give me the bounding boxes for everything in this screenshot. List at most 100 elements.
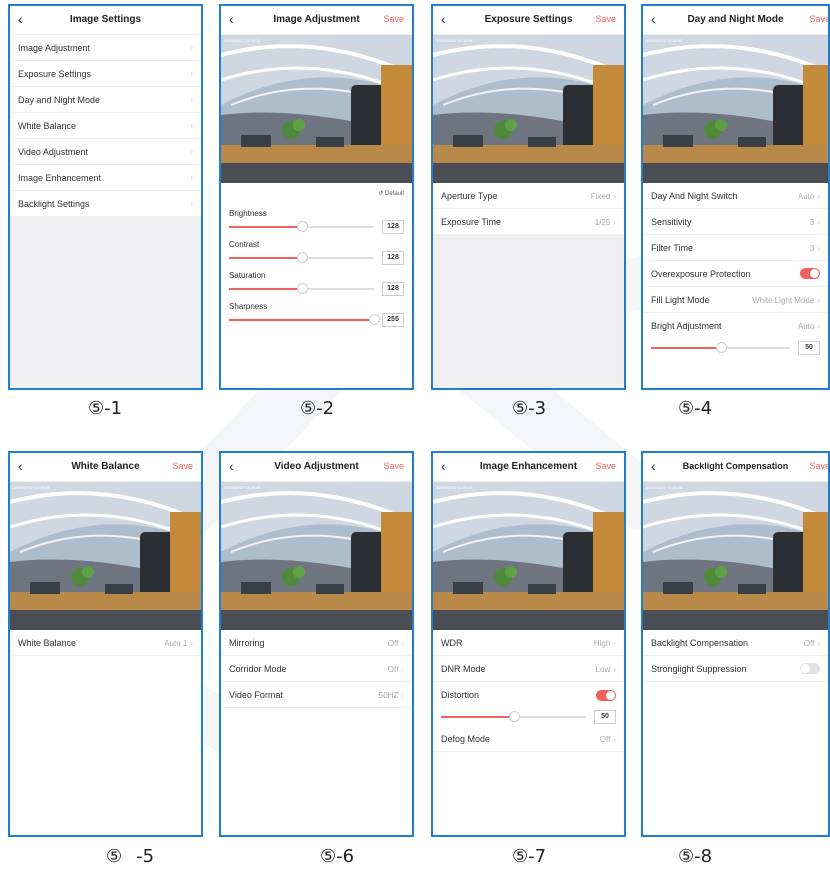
screen-title: Backlight Compensation <box>682 461 789 471</box>
slider-thumb[interactable] <box>715 342 727 353</box>
nav-bar: ‹ Backlight Compensation Save <box>643 453 828 482</box>
chevron-right-icon: › <box>190 638 193 648</box>
default-row: ↺ Default <box>221 183 412 205</box>
figure-caption: ⑤-2 <box>300 398 335 419</box>
camera-preview: 2020/08/22 11:28:48 <box>221 35 412 183</box>
menu-item-white-balance[interactable]: White Balance › <box>10 113 201 139</box>
chevron-right-icon: › <box>817 322 820 331</box>
figure-caption: ⑤-8 <box>678 846 713 867</box>
overexposure-toggle[interactable] <box>800 268 820 279</box>
white-balance-screen: ‹ White Balance Save 2020/08/22 11:28:48… <box>8 451 203 837</box>
backlight-compensation-row[interactable]: Backlight Compensation Off › <box>643 630 828 656</box>
sensitivity-row[interactable]: Sensitivity 3 › <box>643 209 828 235</box>
image-settings-screen: ‹ Image Settings Image Adjustment › Expos… <box>8 4 203 390</box>
slider-thumb[interactable] <box>369 314 380 325</box>
day-night-switch-row[interactable]: Day And Night Switch Auto › <box>643 183 828 209</box>
office-camera-image <box>433 35 624 183</box>
chevron-right-icon: › <box>401 690 404 700</box>
slider-label: Saturation <box>229 271 266 280</box>
stronglight-suppression-row: Stronglight Suppression <box>643 656 828 682</box>
slider-value[interactable]: 255 <box>382 313 404 327</box>
figure-caption: ⑤-1 <box>88 398 123 419</box>
screen-title: Image Settings <box>69 14 142 25</box>
chevron-right-icon: › <box>190 199 193 208</box>
chevron-right-icon: › <box>190 147 193 156</box>
save-button[interactable]: Save <box>595 14 616 24</box>
fill-light-mode-row[interactable]: Fill Light Mode White Light Mode › <box>643 287 828 313</box>
distortion-toggle[interactable] <box>596 689 616 701</box>
chevron-right-icon: › <box>613 217 616 227</box>
slider-label: Contrast <box>229 240 260 249</box>
wdr-row[interactable]: WDR High › <box>433 630 624 656</box>
bright-adjustment-row[interactable]: Bright Adjustment Auto › <box>643 313 828 339</box>
slider-value[interactable]: 128 <box>382 282 404 296</box>
figure-caption: ⑤-4 <box>678 398 713 419</box>
slider-value[interactable]: 128 <box>382 220 404 234</box>
office-camera-image <box>10 482 201 630</box>
stronglight-toggle[interactable] <box>800 663 820 674</box>
aperture-type-row[interactable]: Aperture Type Fixed › <box>433 183 624 209</box>
office-camera-image <box>221 35 412 183</box>
distortion-slider[interactable]: 50 <box>433 708 624 726</box>
nav-bar: ‹ Image Enhancement Save <box>433 453 624 482</box>
bright-adjustment-slider[interactable]: 50 <box>643 339 828 357</box>
chevron-right-icon: › <box>817 243 820 253</box>
dnr-mode-row[interactable]: DNR Mode Low › <box>433 656 624 682</box>
slider-thumb[interactable] <box>296 221 308 232</box>
chevron-right-icon: › <box>817 191 820 201</box>
slider-thumb[interactable] <box>508 711 520 722</box>
office-camera-image <box>221 482 412 630</box>
office-camera-image <box>433 482 624 630</box>
filter-time-row[interactable]: Filter Time 3 › <box>643 235 828 261</box>
brightness-slider[interactable]: 128 <box>221 218 412 236</box>
camera-preview: 2020/08/22 11:28:48 <box>643 482 828 630</box>
slider-value[interactable]: 128 <box>382 251 404 265</box>
figure-caption: ⑤-7 <box>512 846 547 867</box>
exposure-time-row[interactable]: Exposure Time 1/25 › <box>433 209 624 235</box>
overexposure-protection-row: Overexposure Protection <box>643 261 828 287</box>
figure-caption: ⑤-3 <box>512 398 547 419</box>
corridor-mode-row[interactable]: Corridor Mode Off › <box>221 656 412 682</box>
save-button[interactable]: Save <box>383 461 404 471</box>
save-button[interactable]: Save <box>809 14 828 24</box>
chevron-right-icon: › <box>817 638 820 648</box>
slider-label: Brightness <box>229 209 267 218</box>
camera-preview: 2020/08/22 11:28:48 <box>433 482 624 630</box>
camera-preview: 2020/08/22 11:28:48 <box>433 35 624 183</box>
white-balance-row[interactable]: White Balance Auto 1 › <box>10 630 201 656</box>
chevron-right-icon: › <box>613 191 616 201</box>
slider-label: Sharpness <box>229 302 268 311</box>
slider-value[interactable]: 50 <box>798 341 820 355</box>
nav-bar: ‹ White Balance Save <box>10 453 201 482</box>
menu-item-exposure-settings[interactable]: Exposure Settings › <box>10 61 201 87</box>
image-adjustment-screen: ‹ Image Adjustment Save 2020/08/22 11:28… <box>219 4 414 390</box>
menu-item-image-adjustment[interactable]: Image Adjustment › <box>10 35 201 61</box>
screen-title: Day and Night Mode <box>687 14 784 25</box>
slider-value[interactable]: 50 <box>594 710 616 724</box>
save-button[interactable]: Save <box>172 461 193 471</box>
sharpness-slider[interactable]: 255 <box>221 311 412 329</box>
adjustment-sliders: Brightness 128 Contrast 128 Saturation 1… <box>221 205 412 329</box>
nav-bar: ‹ Image Adjustment Save <box>221 6 412 35</box>
exposure-settings-screen: ‹ Exposure Settings Save 2020/08/22 11:2… <box>431 4 626 390</box>
slider-thumb[interactable] <box>296 283 308 294</box>
figure-caption: ⑤-6 <box>320 846 355 867</box>
office-camera-image <box>643 482 828 630</box>
saturation-slider[interactable]: 128 <box>221 280 412 298</box>
save-button[interactable]: Save <box>383 14 404 24</box>
save-button[interactable]: Save <box>595 461 616 471</box>
mirroring-row[interactable]: Mirroring Off › <box>221 630 412 656</box>
save-button[interactable]: Save <box>809 461 828 471</box>
slider-thumb[interactable] <box>296 252 308 263</box>
menu-item-backlight-settings[interactable]: Backlight Settings › <box>10 191 201 217</box>
contrast-slider[interactable]: 128 <box>221 249 412 267</box>
video-format-row[interactable]: Video Format 50HZ › <box>221 682 412 708</box>
nav-bar: ‹ Exposure Settings Save <box>433 6 624 35</box>
menu-item-image-enhancement[interactable]: Image Enhancement › <box>10 165 201 191</box>
default-button[interactable]: ↺ Default <box>378 190 404 197</box>
camera-preview: 2020/08/22 11:28:48 <box>10 482 201 630</box>
camera-preview: 2020/08/22 11:28:48 <box>221 482 412 630</box>
menu-item-day-night-mode[interactable]: Day and Night Mode › <box>10 87 201 113</box>
defog-mode-row[interactable]: Defog Mode Off › <box>433 726 624 752</box>
menu-item-video-adjustment[interactable]: Video Adjustment › <box>10 139 201 165</box>
